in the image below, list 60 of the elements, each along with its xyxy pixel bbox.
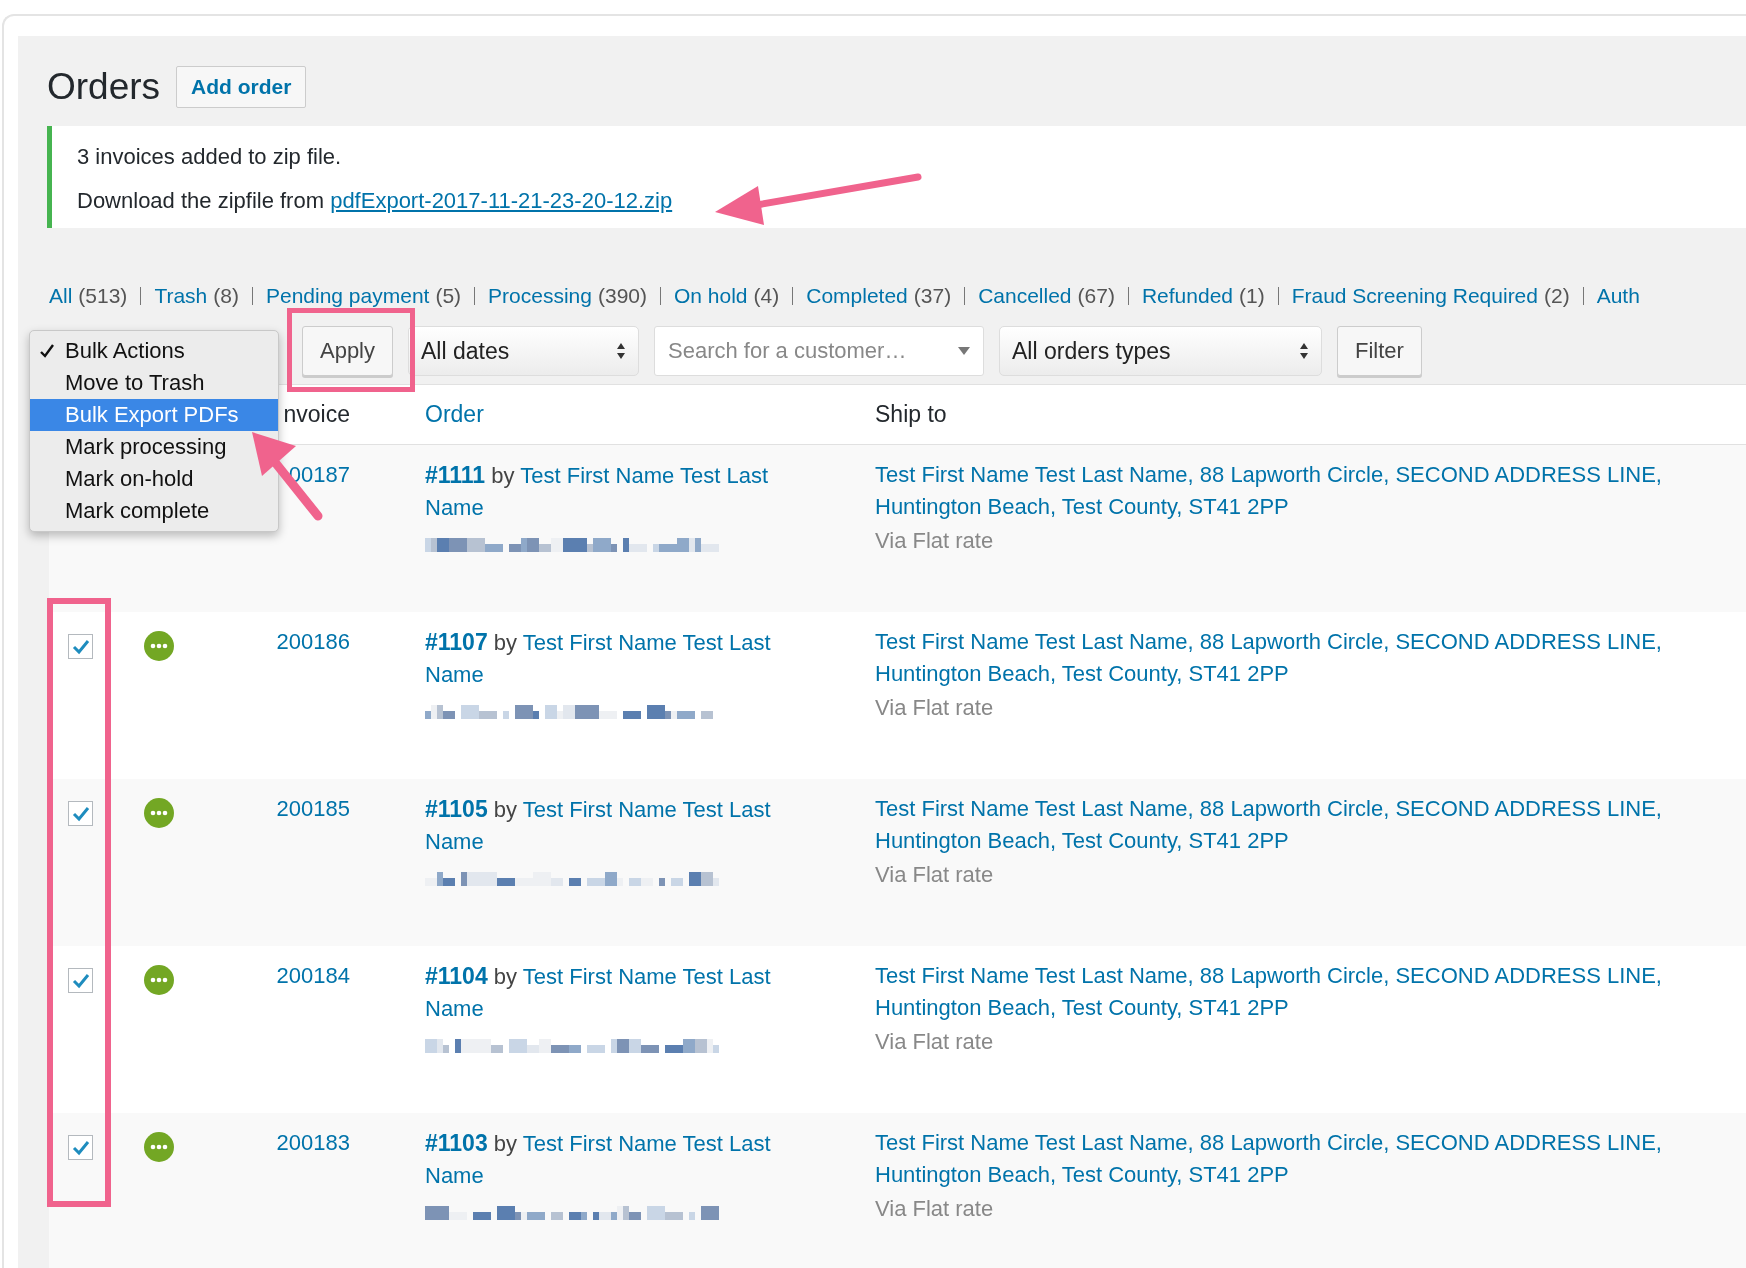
row-checkbox[interactable]: [68, 634, 93, 659]
shipping-method: Via Flat rate: [875, 861, 995, 889]
order-link[interactable]: #1103 by Test First Name Test Last Name: [425, 1127, 795, 1192]
page-title: Orders: [47, 66, 161, 108]
column-header: Ship to: [875, 401, 947, 428]
status-filter-link[interactable]: On hold (4): [674, 284, 780, 308]
order-link[interactable]: #1104 by Test First Name Test Last Name: [425, 960, 795, 1025]
select-arrows-icon: [616, 342, 626, 360]
order-link[interactable]: #1105 by Test First Name Test Last Name: [425, 793, 795, 858]
column-header: nvoice: [283, 401, 350, 428]
date-filter-select[interactable]: All dates: [408, 326, 639, 376]
status-filter-link[interactable]: Pending payment (5): [265, 284, 462, 308]
menu-item[interactable]: Bulk Export PDFs: [30, 399, 278, 431]
status-filter-link[interactable]: Cancelled (67): [978, 284, 1115, 308]
invoice-number-link[interactable]: 00187: [288, 462, 350, 487]
invoice-number-link[interactable]: 200183: [276, 1130, 350, 1155]
notice-message: 3 invoices added to zip file.: [77, 144, 343, 170]
customer-search-field[interactable]: Search for a customer…: [654, 326, 984, 376]
column-header[interactable]: Order: [425, 401, 484, 428]
ship-to-address-link[interactable]: Test First Name Test Last Name, 88 Lapworth Circle, SECOND ADDRESS LINE, Huntington Beach, Test County, ST41 2PP: [875, 793, 1675, 857]
menu-item[interactable]: Bulk Actions: [30, 335, 185, 367]
ellipsis-icon: [144, 1132, 174, 1162]
menu-item[interactable]: Mark processing: [30, 431, 227, 463]
download-link[interactable]: pdfExport-2017-11-21-23-20-12.zip: [330, 188, 673, 213]
add-order-button[interactable]: Add order: [176, 66, 307, 108]
shipping-method: Via Flat rate: [875, 694, 995, 722]
menu-item[interactable]: Mark on-hold: [30, 463, 194, 495]
menu-item[interactable]: Mark complete: [30, 495, 210, 527]
filter-button[interactable]: Filter: [1337, 326, 1422, 376]
status-filter-link[interactable]: Processing (390): [488, 284, 647, 308]
order-link[interactable]: #1111 by Test First Name Test Last Name: [425, 459, 795, 524]
status-filter-link[interactable]: Completed (37): [806, 284, 952, 308]
ship-to-address-link[interactable]: Test First Name Test Last Name, 88 Lapworth Circle, SECOND ADDRESS LINE, Huntington Beach, Test County, ST41 2PP: [875, 1127, 1675, 1191]
status-filter-link[interactable]: Trash (8): [154, 284, 239, 308]
shipping-method: Via Flat rate: [875, 1028, 995, 1056]
ship-to-address-link[interactable]: Test First Name Test Last Name, 88 Lapworth Circle, SECOND ADDRESS LINE, Huntington Beach, Test County, ST41 2PP: [875, 626, 1675, 690]
invoice-number-link[interactable]: 200184: [276, 963, 350, 988]
row-checkbox[interactable]: [68, 1135, 93, 1160]
dropdown-arrow-icon: [958, 347, 970, 355]
row-checkbox[interactable]: [68, 801, 93, 826]
shipping-method: Via Flat rate: [875, 527, 995, 555]
invoice-number-link[interactable]: 200186: [276, 629, 350, 654]
order-type-select[interactable]: All orders types: [999, 326, 1322, 376]
ship-to-address-link[interactable]: Test First Name Test Last Name, 88 Lapworth Circle, SECOND ADDRESS LINE, Huntington Beach, Test County, ST41 2PP: [875, 960, 1675, 1024]
ellipsis-icon: [144, 965, 174, 995]
status-filter-link[interactable]: All (513): [49, 284, 128, 308]
menu-item[interactable]: Move to Trash: [30, 367, 205, 399]
notice-download-text: Download the zipfile from: [77, 188, 324, 213]
invoice-number-link[interactable]: 200185: [276, 796, 350, 821]
status-filter-link[interactable]: Fraud Screening Required (2): [1291, 284, 1570, 308]
ship-to-address-link[interactable]: Test First Name Test Last Name, 88 Lapworth Circle, SECOND ADDRESS LINE, Huntington Beach, Test County, ST41 2PP: [875, 459, 1675, 523]
ellipsis-icon: [144, 798, 174, 828]
select-arrows-icon: [1299, 342, 1309, 360]
row-checkbox[interactable]: [68, 968, 93, 993]
ellipsis-icon: [144, 631, 174, 661]
status-filter-link[interactable]: Refunded (1): [1141, 284, 1265, 308]
status-filter-link[interactable]: Auth: [1596, 284, 1640, 308]
shipping-method: Via Flat rate: [875, 1195, 995, 1223]
apply-button[interactable]: Apply: [302, 326, 393, 376]
order-link[interactable]: #1107 by Test First Name Test Last Name: [425, 626, 795, 691]
